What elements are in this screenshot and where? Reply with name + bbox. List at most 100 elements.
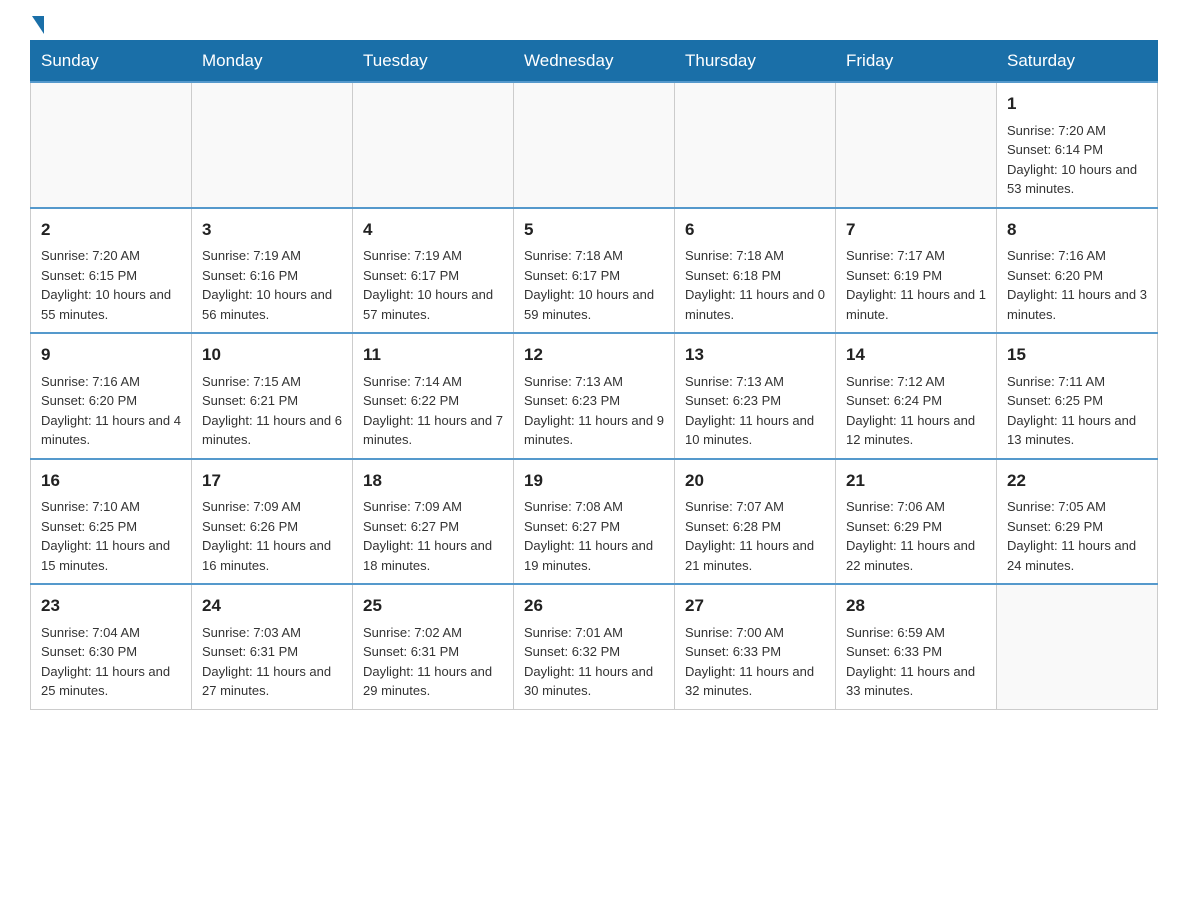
- daylight-text: Daylight: 11 hours and 24 minutes.: [1007, 538, 1136, 573]
- day-of-week-header: Sunday: [31, 41, 192, 83]
- calendar-cell: 17Sunrise: 7:09 AMSunset: 6:26 PMDayligh…: [192, 459, 353, 585]
- daylight-text: Daylight: 11 hours and 4 minutes.: [41, 413, 181, 448]
- calendar-week-row: 2 Sunrise: 7:20 AM Sunset: 6:15 PM Daylight…: [31, 208, 1158, 334]
- logo-general-text: [30, 20, 44, 34]
- sunset-text: Sunset: 6:30 PM: [41, 644, 137, 659]
- sunset-text: Sunset: 6:15 PM: [41, 268, 137, 283]
- daylight-text: Daylight: 11 hours and 6 minutes.: [202, 413, 342, 448]
- sunset-text: Sunset: 6:29 PM: [846, 519, 942, 534]
- daylight-text: Daylight: 10 hours and 55 minutes.: [41, 287, 171, 322]
- daylight-text: Daylight: 11 hours and 7 minutes.: [363, 413, 503, 448]
- sunrise-text: Sunrise: 7:20 AM: [41, 248, 140, 263]
- calendar-cell: 20Sunrise: 7:07 AMSunset: 6:28 PMDayligh…: [675, 459, 836, 585]
- daylight-text: Daylight: 11 hours and 22 minutes.: [846, 538, 975, 573]
- day-of-week-header: Thursday: [675, 41, 836, 83]
- daylight-text: Daylight: 11 hours and 33 minutes.: [846, 664, 975, 699]
- calendar-cell: [514, 82, 675, 208]
- calendar-cell: 13Sunrise: 7:13 AMSunset: 6:23 PMDayligh…: [675, 333, 836, 459]
- daylight-text: Daylight: 11 hours and 18 minutes.: [363, 538, 492, 573]
- day-number: 26: [524, 593, 664, 619]
- daylight-text: Daylight: 10 hours and 53 minutes.: [1007, 162, 1137, 197]
- daylight-text: Daylight: 11 hours and 16 minutes.: [202, 538, 331, 573]
- calendar-cell: 1Sunrise: 7:20 AMSunset: 6:14 PMDaylight…: [997, 82, 1158, 208]
- daylight-text: Daylight: 11 hours and 13 minutes.: [1007, 413, 1136, 448]
- sunrise-text: Sunrise: 7:16 AM: [41, 374, 140, 389]
- daylight-text: Daylight: 11 hours and 9 minutes.: [524, 413, 664, 448]
- calendar-cell: 27Sunrise: 7:00 AMSunset: 6:33 PMDayligh…: [675, 584, 836, 709]
- sunset-text: Sunset: 6:33 PM: [685, 644, 781, 659]
- calendar-week-row: 9 Sunrise: 7:16 AM Sunset: 6:20 PM Daylight…: [31, 333, 1158, 459]
- daylight-text: Daylight: 11 hours and 27 minutes.: [202, 664, 331, 699]
- calendar-week-row: 23Sunrise: 7:04 AMSunset: 6:30 PMDayligh…: [31, 584, 1158, 709]
- daylight-text: Daylight: 11 hours and 15 minutes.: [41, 538, 170, 573]
- calendar-cell: 24 Sunrise: 7:03 AM Sunset: 6:31 PM Dayligh…: [192, 584, 353, 709]
- sunrise-text: Sunrise: 7:13 AM: [685, 374, 784, 389]
- day-number: 6: [685, 217, 825, 243]
- sunrise-text: Sunrise: 7:04 AM: [41, 625, 140, 640]
- day-number: 17: [202, 468, 342, 494]
- sunset-text: Sunset: 6:25 PM: [41, 519, 137, 534]
- calendar-week-row: 1Sunrise: 7:20 AMSunset: 6:14 PMDaylight…: [31, 82, 1158, 208]
- daylight-text: Daylight: 11 hours and 29 minutes.: [363, 664, 492, 699]
- calendar-cell: 9 Sunrise: 7:16 AM Sunset: 6:20 PM Daylight…: [31, 333, 192, 459]
- sunset-text: Sunset: 6:31 PM: [363, 644, 459, 659]
- logo-arrow-icon: [32, 16, 44, 34]
- sunrise-text: Sunrise: 7:12 AM: [846, 374, 945, 389]
- sunset-text: Sunset: 6:20 PM: [41, 393, 137, 408]
- day-number: 24: [202, 593, 342, 619]
- sunset-text: Sunset: 6:25 PM: [1007, 393, 1103, 408]
- day-number: 2: [41, 217, 181, 243]
- calendar-cell: [836, 82, 997, 208]
- sunset-text: Sunset: 6:33 PM: [846, 644, 942, 659]
- sunset-text: Sunset: 6:28 PM: [685, 519, 781, 534]
- calendar-cell: 4Sunrise: 7:19 AMSunset: 6:17 PMDaylight…: [353, 208, 514, 334]
- day-of-week-header: Wednesday: [514, 41, 675, 83]
- calendar-cell: 2 Sunrise: 7:20 AM Sunset: 6:15 PM Daylight…: [31, 208, 192, 334]
- calendar-cell: 6Sunrise: 7:18 AMSunset: 6:18 PMDaylight…: [675, 208, 836, 334]
- sunset-text: Sunset: 6:17 PM: [524, 268, 620, 283]
- day-number: 11: [363, 342, 503, 368]
- sunset-text: Sunset: 6:22 PM: [363, 393, 459, 408]
- sunrise-text: Sunrise: 7:18 AM: [685, 248, 784, 263]
- sunset-text: Sunset: 6:31 PM: [202, 644, 298, 659]
- calendar-cell: [675, 82, 836, 208]
- calendar-header-row: SundayMondayTuesdayWednesdayThursdayFrid…: [31, 41, 1158, 83]
- day-number: 9: [41, 342, 181, 368]
- day-number: 8: [1007, 217, 1147, 243]
- daylight-text: Daylight: 10 hours and 57 minutes.: [363, 287, 493, 322]
- sunrise-text: Sunrise: 7:03 AM: [202, 625, 301, 640]
- calendar-cell: 10Sunrise: 7:15 AMSunset: 6:21 PMDayligh…: [192, 333, 353, 459]
- day-number: 21: [846, 468, 986, 494]
- calendar-cell: 14Sunrise: 7:12 AMSunset: 6:24 PMDayligh…: [836, 333, 997, 459]
- calendar-cell: [997, 584, 1158, 709]
- day-number: 7: [846, 217, 986, 243]
- calendar-cell: 18Sunrise: 7:09 AMSunset: 6:27 PMDayligh…: [353, 459, 514, 585]
- sunrise-text: Sunrise: 7:20 AM: [1007, 123, 1106, 138]
- calendar-week-row: 16Sunrise: 7:10 AMSunset: 6:25 PMDayligh…: [31, 459, 1158, 585]
- sunrise-text: Sunrise: 7:14 AM: [363, 374, 462, 389]
- sunset-text: Sunset: 6:26 PM: [202, 519, 298, 534]
- day-number: 18: [363, 468, 503, 494]
- calendar-cell: 26Sunrise: 7:01 AMSunset: 6:32 PMDayligh…: [514, 584, 675, 709]
- sunset-text: Sunset: 6:29 PM: [1007, 519, 1103, 534]
- sunrise-text: Sunrise: 7:09 AM: [363, 499, 462, 514]
- calendar-cell: 28Sunrise: 6:59 AMSunset: 6:33 PMDayligh…: [836, 584, 997, 709]
- daylight-text: Daylight: 11 hours and 10 minutes.: [685, 413, 814, 448]
- calendar-cell: [353, 82, 514, 208]
- day-number: 20: [685, 468, 825, 494]
- day-of-week-header: Tuesday: [353, 41, 514, 83]
- day-of-week-header: Monday: [192, 41, 353, 83]
- day-number: 1: [1007, 91, 1147, 117]
- calendar-cell: 19Sunrise: 7:08 AMSunset: 6:27 PMDayligh…: [514, 459, 675, 585]
- calendar-cell: 21Sunrise: 7:06 AMSunset: 6:29 PMDayligh…: [836, 459, 997, 585]
- calendar-cell: 11 Sunrise: 7:14 AM Sunset: 6:22 PM Dayligh…: [353, 333, 514, 459]
- day-of-week-header: Saturday: [997, 41, 1158, 83]
- day-number: 14: [846, 342, 986, 368]
- daylight-text: Daylight: 11 hours and 0 minutes.: [685, 287, 825, 322]
- sunset-text: Sunset: 6:23 PM: [685, 393, 781, 408]
- daylight-text: Daylight: 11 hours and 12 minutes.: [846, 413, 975, 448]
- sunrise-text: Sunrise: 7:16 AM: [1007, 248, 1106, 263]
- sunset-text: Sunset: 6:32 PM: [524, 644, 620, 659]
- daylight-text: Daylight: 11 hours and 1 minute.: [846, 287, 986, 322]
- sunrise-text: Sunrise: 7:15 AM: [202, 374, 301, 389]
